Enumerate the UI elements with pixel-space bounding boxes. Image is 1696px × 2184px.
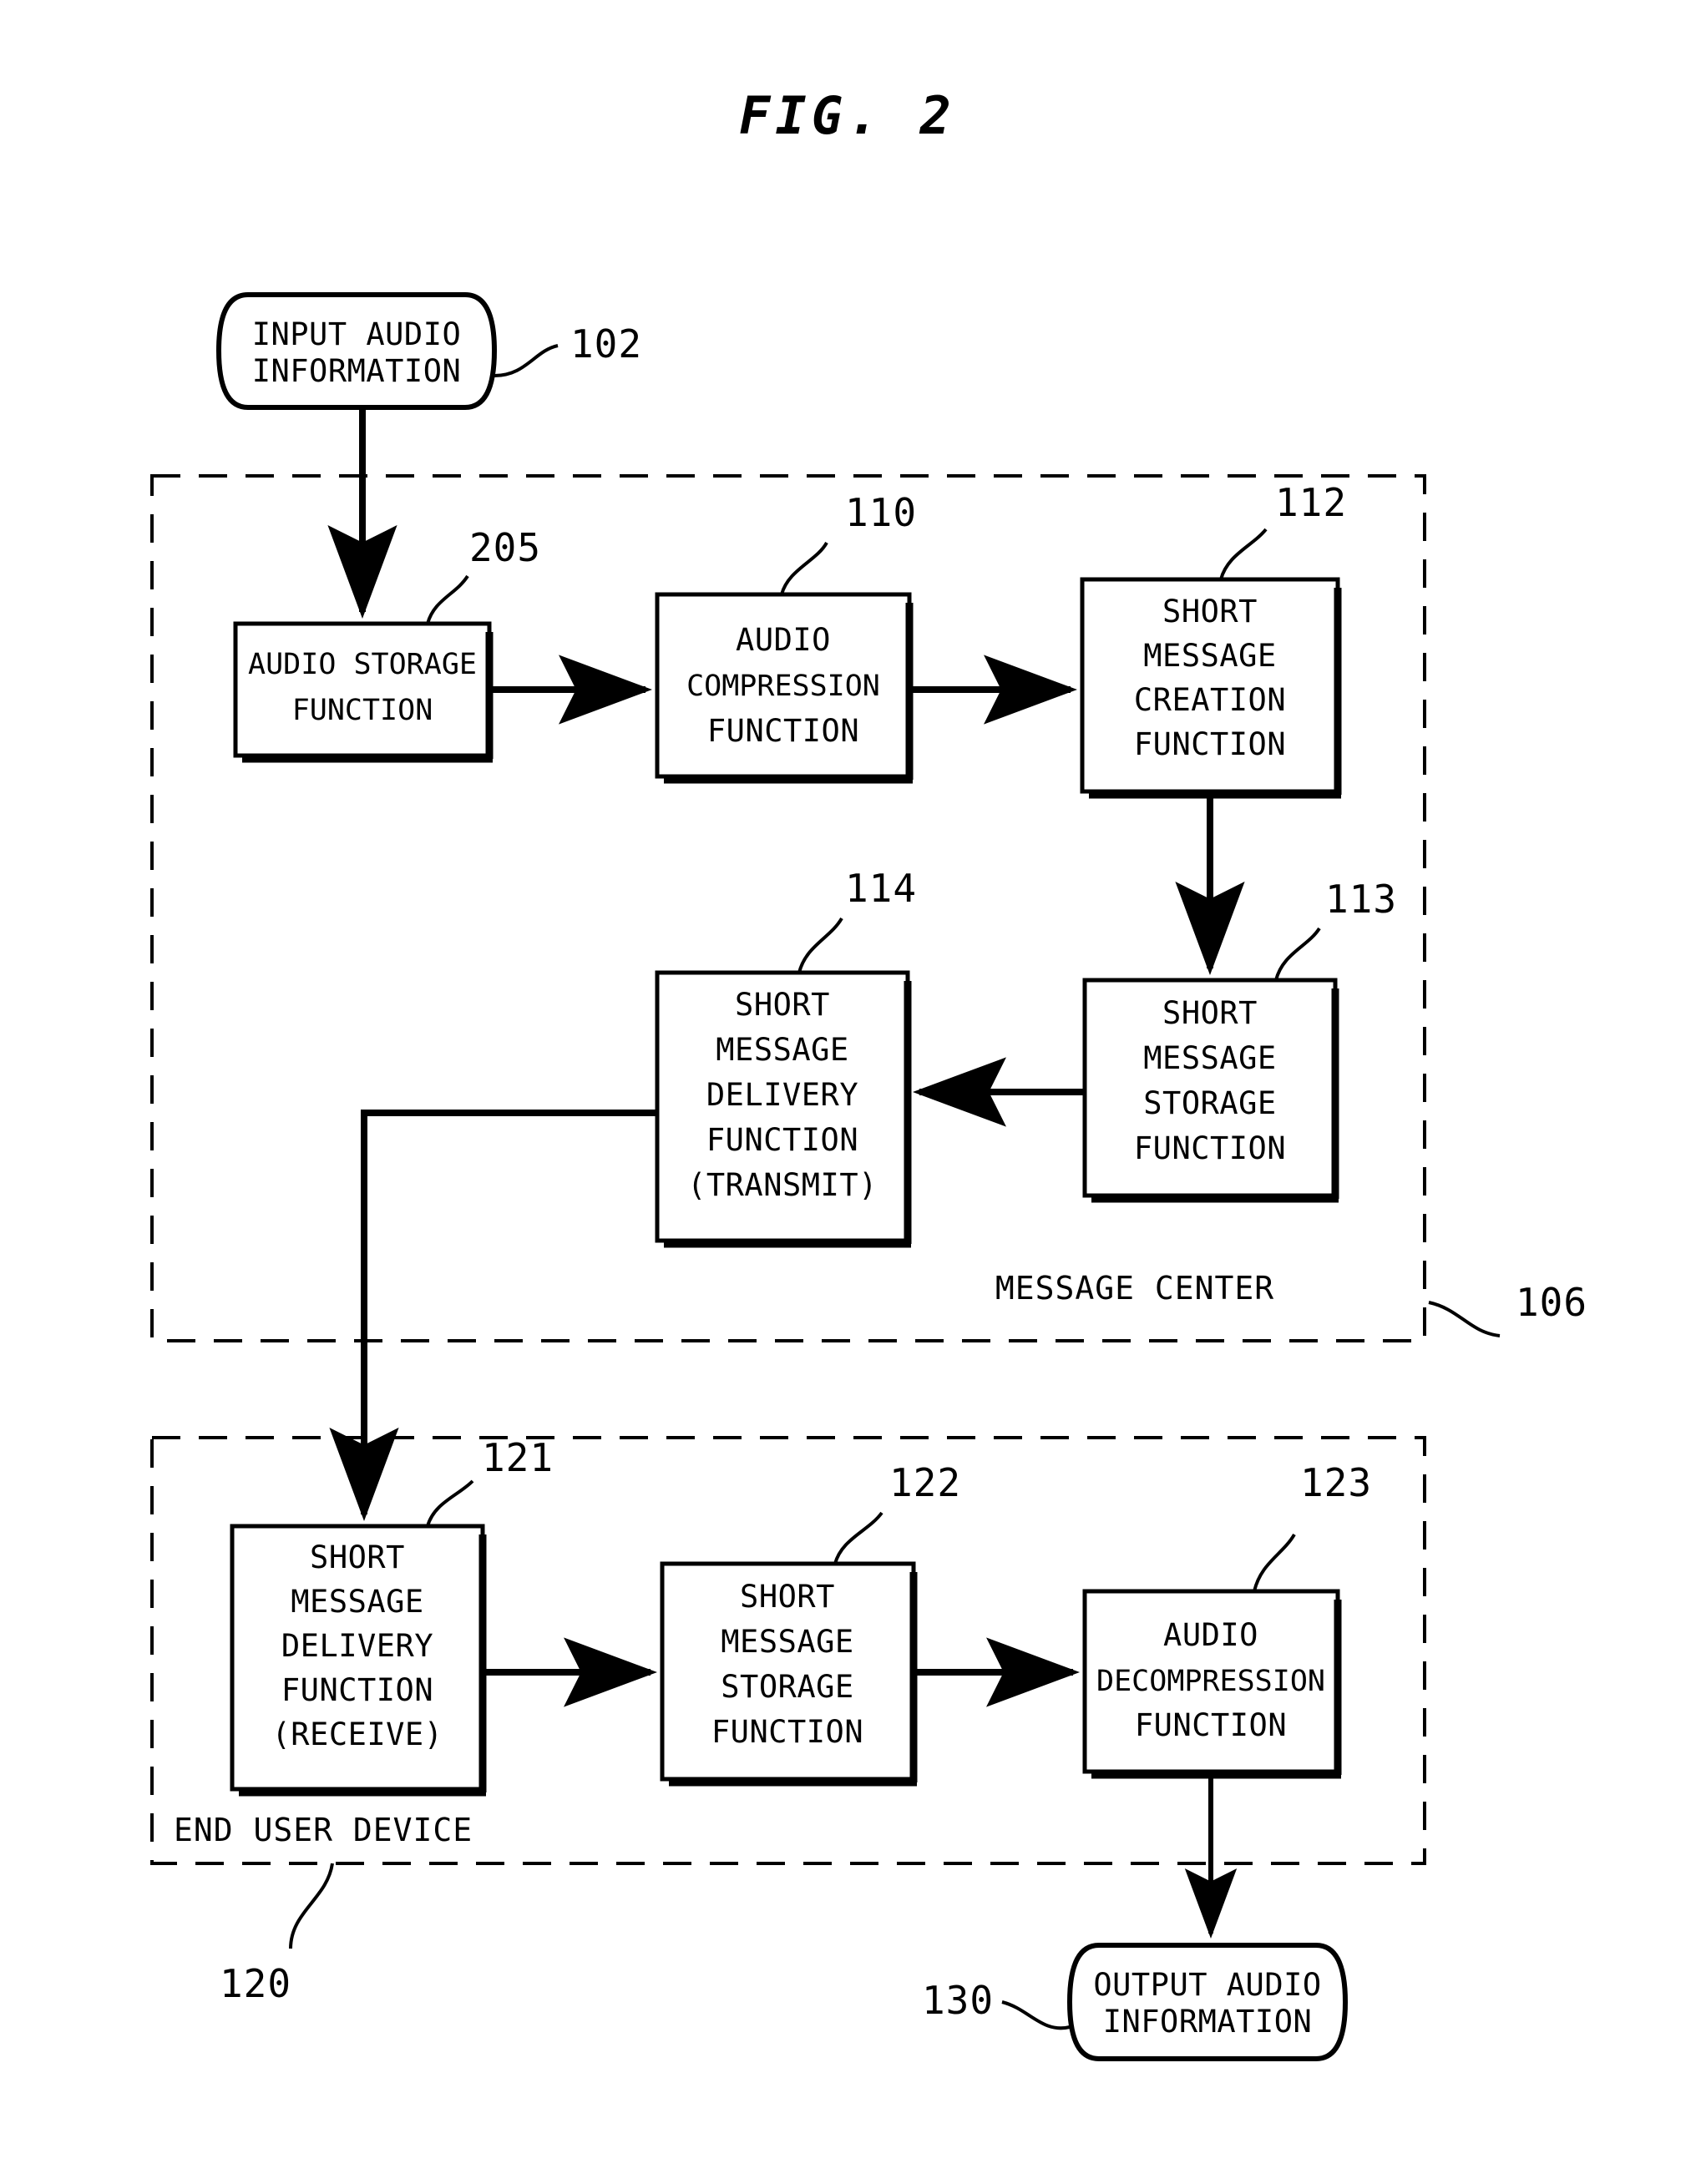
ref-number-121: 121 [482, 1435, 554, 1480]
short-message-creation-function-line-3: CREATION [1134, 682, 1286, 718]
leader-120 [289, 1863, 334, 1949]
box-short-message-storage-function-eud: SHORT MESSAGE STORAGE FUNCTION 122 [660, 1460, 961, 1787]
short-message-delivery-receive-line-1: SHORT [310, 1539, 405, 1575]
short-message-storage-function-eud-line-3: STORAGE [721, 1669, 853, 1705]
patent-figure-page: FIG. 2 INPUT AUDIO INFORMATION 102 AUDIO… [0, 0, 1696, 2184]
input-audio-line-1: INPUT AUDIO [252, 316, 462, 352]
audio-storage-function-line-2: FUNCTION [292, 694, 433, 727]
audio-decompression-function-line-1: AUDIO [1163, 1617, 1258, 1653]
short-message-delivery-receive-line-4: FUNCTION [281, 1672, 433, 1708]
ref-number-123: 123 [1300, 1460, 1372, 1505]
audio-compression-function-line-1: AUDIO [736, 622, 831, 658]
ref-number-112: 112 [1275, 480, 1347, 525]
input-audio-line-2: INFORMATION [252, 353, 462, 389]
leader-121 [426, 1479, 474, 1527]
box-short-message-delivery-function-transmit: SHORT MESSAGE DELIVERY FUNCTION (TRANSMI… [655, 866, 917, 1248]
figure-title: FIG. 2 [739, 85, 956, 146]
short-message-delivery-transmit-line-5: (TRANSMIT) [687, 1167, 878, 1203]
short-message-delivery-receive-line-3: DELIVERY [281, 1628, 433, 1664]
box-short-message-creation-function: SHORT MESSAGE CREATION FUNCTION 112 [1080, 480, 1347, 799]
ref-number-106: 106 [1516, 1280, 1587, 1325]
leader-123 [1253, 1533, 1296, 1592]
short-message-storage-function-eud-line-1: SHORT [740, 1579, 835, 1615]
ref-number-114: 114 [845, 866, 917, 911]
terminal-input-audio-information: INPUT AUDIO INFORMATION 102 [215, 292, 642, 410]
zone-label-end-user-device: END USER DEVICE [174, 1812, 473, 1848]
short-message-delivery-receive-line-5: (RECEIVE) [272, 1716, 443, 1752]
short-message-storage-function-mc-line-2: MESSAGE [1143, 1040, 1276, 1076]
box-audio-decompression-function: AUDIO DECOMPRESSION FUNCTION 123 [1082, 1460, 1372, 1779]
audio-decompression-function-line-3: FUNCTION [1135, 1707, 1287, 1743]
short-message-storage-function-mc-line-3: STORAGE [1143, 1085, 1276, 1121]
leader-205 [426, 574, 469, 624]
audio-storage-function-rect [233, 621, 492, 758]
output-audio-line-1: OUTPUT AUDIO [1093, 1967, 1321, 2003]
leader-122 [833, 1511, 883, 1565]
box-short-message-delivery-function-receive: SHORT MESSAGE DELIVERY FUNCTION (RECEIVE… [230, 1435, 554, 1797]
short-message-storage-function-mc-line-4: FUNCTION [1134, 1130, 1286, 1166]
ref-number-102: 102 [570, 321, 642, 367]
box-audio-compression-function: AUDIO COMPRESSION FUNCTION 110 [655, 490, 917, 784]
leader-112 [1219, 528, 1268, 580]
short-message-delivery-receive-line-2: MESSAGE [291, 1584, 423, 1620]
short-message-creation-function-line-2: MESSAGE [1143, 638, 1276, 674]
short-message-delivery-transmit-line-2: MESSAGE [716, 1032, 848, 1068]
figure-2-flow-diagram: FIG. 2 INPUT AUDIO INFORMATION 102 AUDIO… [150, 85, 1587, 2061]
ref-number-130: 130 [922, 1978, 994, 2023]
box-short-message-storage-function-mc: SHORT MESSAGE STORAGE FUNCTION 113 [1082, 877, 1397, 1203]
leader-110 [780, 541, 828, 595]
short-message-creation-function-line-1: SHORT [1162, 594, 1258, 629]
short-message-creation-function-line-4: FUNCTION [1134, 726, 1286, 762]
leader-114 [797, 917, 843, 973]
leader-130 [1001, 2000, 1071, 2030]
audio-decompression-function-line-2: DECOMPRESSION [1096, 1665, 1325, 1698]
short-message-delivery-transmit-line-1: SHORT [735, 987, 830, 1023]
audio-storage-function-line-1: AUDIO STORAGE [248, 648, 477, 681]
short-message-storage-function-eud-line-2: MESSAGE [721, 1624, 853, 1660]
ref-number-122: 122 [889, 1460, 961, 1505]
short-message-storage-function-eud-line-4: FUNCTION [711, 1714, 863, 1750]
zone-label-message-center: MESSAGE CENTER [995, 1270, 1274, 1307]
leader-113 [1274, 927, 1321, 981]
ref-number-205: 205 [469, 525, 541, 570]
audio-compression-function-line-3: FUNCTION [707, 713, 859, 749]
leader-102 [494, 344, 559, 377]
short-message-delivery-transmit-line-3: DELIVERY [706, 1077, 858, 1113]
leader-106 [1428, 1301, 1501, 1337]
ref-number-120: 120 [220, 1961, 291, 2006]
short-message-storage-function-mc-line-1: SHORT [1162, 995, 1258, 1031]
output-audio-line-2: INFORMATION [1103, 2004, 1313, 2040]
ref-number-110: 110 [845, 490, 917, 535]
box-audio-storage-function: AUDIO STORAGE FUNCTION 205 [233, 525, 541, 763]
ref-number-113: 113 [1325, 877, 1397, 922]
terminal-output-audio-information: OUTPUT AUDIO INFORMATION 130 [922, 1943, 1349, 2061]
short-message-delivery-transmit-line-4: FUNCTION [706, 1122, 858, 1158]
audio-compression-function-line-2: COMPRESSION [686, 670, 880, 703]
